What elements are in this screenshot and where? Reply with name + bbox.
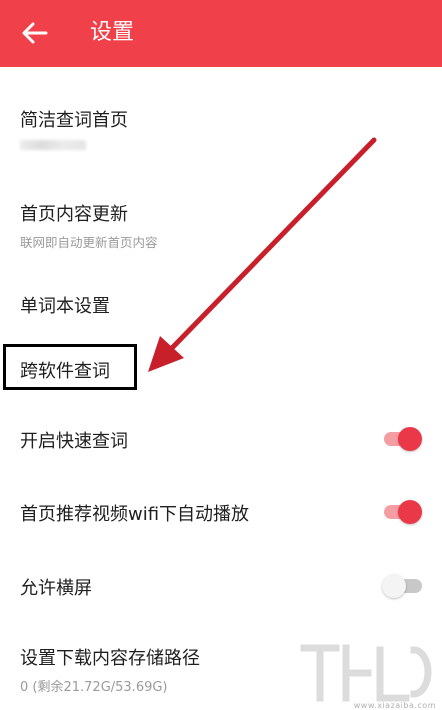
setting-title: 开启快速查词 xyxy=(20,431,128,452)
page-title: 设置 xyxy=(90,20,135,45)
blurred-subtitle xyxy=(20,140,86,150)
setting-subtitle: 0 (剩余21.72G/53.69G) xyxy=(20,680,168,695)
setting-quick-lookup[interactable]: 开启快速查词 xyxy=(0,415,442,465)
toggle-knob xyxy=(398,427,422,451)
quick-lookup-toggle[interactable] xyxy=(382,425,424,451)
setting-title: 允许横屏 xyxy=(20,578,92,599)
setting-wifi-autoplay[interactable]: 首页推荐视频wifi下自动播放 xyxy=(0,488,442,538)
setting-title: 设置下载内容存储路径 xyxy=(20,648,200,669)
landscape-toggle[interactable] xyxy=(382,572,424,598)
wifi-autoplay-toggle[interactable] xyxy=(382,498,424,524)
setting-title: 简洁查词首页 xyxy=(20,110,128,131)
setting-title: 首页推荐视频wifi下自动播放 xyxy=(20,504,250,525)
toggle-knob xyxy=(382,574,406,598)
app-header: 设置 xyxy=(0,0,442,67)
setting-subtitle: 联网即自动更新首页内容 xyxy=(20,235,158,250)
setting-wordbook[interactable]: 单词本设置 xyxy=(0,280,442,330)
setting-allow-landscape[interactable]: 允许横屏 xyxy=(0,562,442,612)
setting-title: 首页内容更新 xyxy=(20,204,128,225)
watermark-url: www.xiazaiba.com xyxy=(353,701,436,710)
setting-homepage-update[interactable]: 首页内容更新 联网即自动更新首页内容 xyxy=(0,180,442,260)
toggle-knob xyxy=(398,500,422,524)
watermark-logo xyxy=(300,644,432,702)
highlight-box xyxy=(3,344,137,390)
arrow-left-icon xyxy=(22,22,48,44)
back-button[interactable] xyxy=(18,18,52,48)
setting-simple-homepage[interactable]: 简洁查词首页 xyxy=(0,90,442,160)
setting-title: 单词本设置 xyxy=(20,296,110,317)
